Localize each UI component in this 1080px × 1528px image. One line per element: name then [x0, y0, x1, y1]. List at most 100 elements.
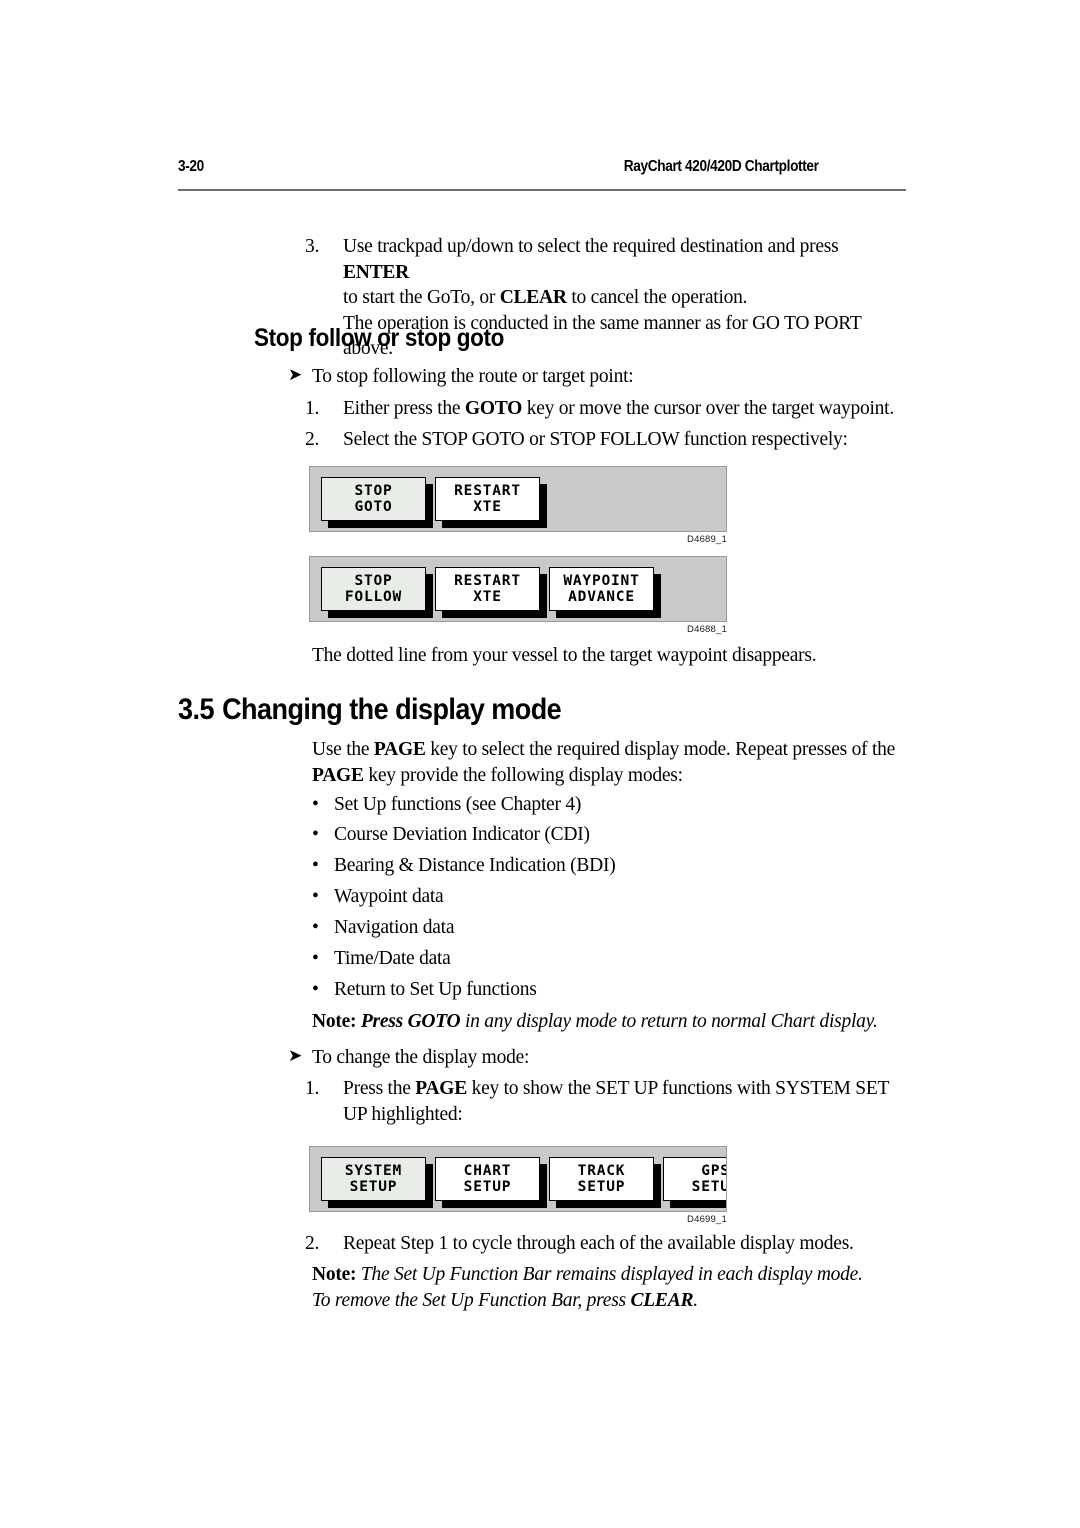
list-item-change-step-1: 1. Press the PAGE key to show the SET UP…	[305, 1076, 905, 1127]
key-face: CHART SETUP	[435, 1157, 540, 1201]
bullet-icon: •	[312, 948, 319, 969]
figure-stop-follow: STOP FOLLOW RESTART XTE WAYPOINT ADVANCE…	[309, 556, 727, 635]
page-para-line1-c: key to select the required display mode.…	[425, 739, 896, 760]
list-item-mode-5: • Navigation data	[312, 915, 912, 941]
key-label-line1: WAYPOINT	[563, 572, 640, 589]
note-keyword-goto: Press GOTO	[360, 1011, 461, 1032]
step-text: Press the PAGE key to show the SET UP fu…	[343, 1076, 905, 1127]
figure-stop-goto: STOP GOTO RESTART XTE D4689_1	[309, 466, 727, 545]
figure-caption: D4699_1	[687, 1214, 727, 1225]
change-step1-c: key to show the SET UP functions with SY…	[466, 1078, 890, 1099]
note-label: Note:	[312, 1011, 357, 1032]
book-title: RayChart 420/420D Chartplotter	[623, 158, 819, 175]
key-label-line1: STOP	[354, 482, 393, 499]
keyword-goto: GOTO	[464, 398, 523, 419]
softkey-system-setup[interactable]: SYSTEM SETUP	[321, 1157, 433, 1208]
list-item-label: Return to Set Up functions	[334, 979, 537, 1000]
key-face: SYSTEM SETUP	[321, 1157, 426, 1201]
step3-line2-text: to start the GoTo, or	[343, 287, 500, 308]
step3-line1-text: Use trackpad up/down to select the requi…	[343, 236, 839, 257]
softkey-function-bar: SYSTEM SETUP CHART SETUP TRACK SETUP GPS…	[309, 1146, 727, 1212]
page-para-line1-a: Use the	[312, 739, 374, 760]
list-item-label: Set Up functions (see Chapter 4)	[334, 794, 582, 815]
key-label-line2: XTE	[473, 589, 502, 605]
key-face: RESTART XTE	[435, 477, 540, 521]
key-label-line1: GPS	[701, 1162, 727, 1179]
softkey-stop-follow[interactable]: STOP FOLLOW	[321, 567, 433, 618]
softkey-function-bar: STOP GOTO RESTART XTE	[309, 466, 727, 532]
key-face: TRACK SETUP	[549, 1157, 654, 1201]
section-heading: 3.5 Changing the display mode	[178, 693, 562, 727]
note-setup-bar: Note: The Set Up Function Bar remains di…	[312, 1262, 932, 1313]
step-number: 2.	[305, 1233, 320, 1254]
key-face: WAYPOINT ADVANCE	[549, 567, 654, 611]
key-label-line1: RESTART	[454, 482, 521, 499]
figure-caption: D4688_1	[687, 624, 727, 635]
key-face: GPS SETUP	[663, 1157, 727, 1201]
list-item-label: Time/Date data	[334, 948, 451, 969]
softkey-chart-setup[interactable]: CHART SETUP	[435, 1157, 547, 1208]
figure-caption: D4689_1	[687, 534, 727, 545]
step1-text-a: Either press the	[343, 398, 465, 419]
note-text-line2-c: .	[693, 1289, 698, 1311]
key-label-line2: SETUP	[577, 1179, 626, 1195]
key-face: STOP FOLLOW	[321, 567, 426, 611]
list-item-label: Waypoint data	[334, 886, 444, 907]
note-text-line1: The Set Up Function Bar remains displaye…	[360, 1264, 863, 1285]
step3-line2-tail: to cancel the operation.	[566, 287, 748, 308]
list-item-label: Course Deviation Indicator (CDI)	[334, 824, 590, 845]
arrow-bullet-icon: ➤	[288, 1046, 302, 1066]
step-number: 2.	[305, 429, 320, 450]
bullet-icon: •	[312, 794, 319, 815]
step-number: 1.	[305, 398, 320, 419]
keyword-page-2: PAGE	[312, 764, 364, 786]
softkey-track-setup[interactable]: TRACK SETUP	[549, 1157, 661, 1208]
note-label: Note:	[312, 1264, 357, 1285]
key-label-line2: SETUP	[349, 1179, 398, 1195]
list-item-mode-4: • Waypoint data	[312, 884, 912, 910]
step-number: 1.	[305, 1078, 320, 1099]
section-number: 3.5	[178, 693, 214, 726]
procedure-intro-stop: ➤ To stop following the route or target …	[288, 364, 908, 390]
key-face: RESTART XTE	[435, 567, 540, 611]
arrow-bullet-icon: ➤	[288, 365, 302, 385]
bullet-icon: •	[312, 917, 319, 938]
softkey-stop-goto[interactable]: STOP GOTO	[321, 477, 433, 528]
key-label-line1: TRACK	[577, 1162, 626, 1179]
softkey-restart-xte[interactable]: RESTART XTE	[435, 567, 547, 618]
key-label-line1: STOP	[354, 572, 393, 589]
softkey-restart-xte[interactable]: RESTART XTE	[435, 477, 547, 528]
softkey-gps-setup[interactable]: GPS SETUP	[663, 1157, 727, 1208]
note-text: in any display mode to return to normal …	[460, 1011, 878, 1032]
procedure-intro-change-mode: ➤ To change the display mode:	[288, 1045, 908, 1071]
header-divider	[178, 189, 906, 191]
key-label-line1: RESTART	[454, 572, 521, 589]
key-label-line1: SYSTEM	[344, 1162, 403, 1179]
keyword-page: PAGE	[373, 739, 426, 760]
key-label-line2: FOLLOW	[344, 589, 403, 605]
bullet-icon: •	[312, 886, 319, 907]
step1-text-c: key or move the cursor over the target w…	[522, 398, 894, 419]
bullet-icon: •	[312, 979, 319, 1000]
keyword-page-3: PAGE	[415, 1078, 467, 1099]
list-item-mode-6: • Time/Date data	[312, 946, 912, 972]
list-item-mode-2: • Course Deviation Indicator (CDI)	[312, 822, 912, 848]
note-goto: Note: Press GOTO in any display mode to …	[312, 1009, 932, 1035]
list-item-change-step-2: 2. Repeat Step 1 to cycle through each o…	[305, 1231, 925, 1257]
page-number: 3-20	[178, 158, 204, 175]
list-item-mode-1: • Set Up functions (see Chapter 4)	[312, 792, 912, 818]
step-text: Either press the GOTO key or move the cu…	[343, 396, 905, 422]
key-face: STOP GOTO	[321, 477, 426, 521]
change-step1-line2: UP highlighted:	[343, 1103, 463, 1125]
softkey-function-bar: STOP FOLLOW RESTART XTE WAYPOINT ADVANCE	[309, 556, 727, 622]
change-step1-a: Press the	[343, 1078, 416, 1099]
procedure-intro-text: To stop following the route or target po…	[312, 366, 634, 387]
subsection-heading: Stop follow or stop goto	[254, 324, 505, 352]
list-item-label: Navigation data	[334, 917, 455, 938]
page-para-line2-b: key provide the following display modes:	[363, 764, 683, 786]
list-item-stop-step-2: 2. Select the STOP GOTO or STOP FOLLOW f…	[305, 427, 905, 453]
list-item-mode-7: • Return to Set Up functions	[312, 977, 912, 1003]
list-item-label: Bearing & Distance Indication (BDI)	[334, 855, 616, 876]
note-keyword-clear: CLEAR	[630, 1289, 694, 1311]
softkey-waypoint-advance[interactable]: WAYPOINT ADVANCE	[549, 567, 661, 618]
